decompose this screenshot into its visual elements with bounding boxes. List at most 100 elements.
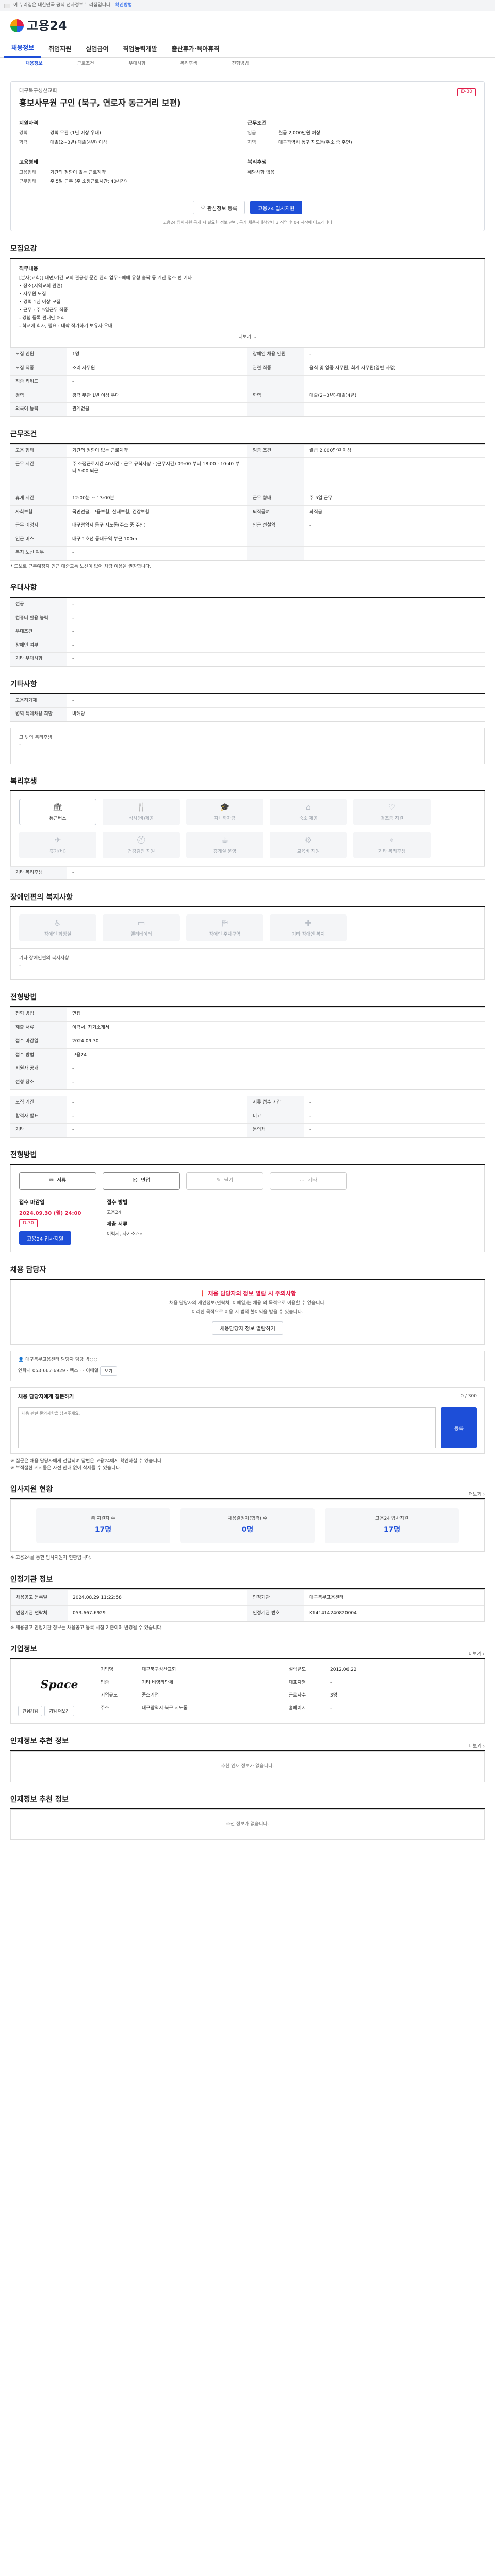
welfare-heading: 복리후생: [248, 160, 267, 165]
table-header: 복지 노선 여부: [10, 546, 67, 560]
table-cell: 대구 1호선 동대구역 부근 100m: [67, 532, 248, 547]
interest-company-button[interactable]: 관심기업: [18, 1706, 43, 1716]
manager-card: 👤 대구북부고용센터 담당자 담당 박○○ 연락처 053-667-6929 ·…: [10, 1350, 485, 1381]
kv-key: 근무형태: [19, 179, 37, 184]
table-header: 임금 조건: [248, 444, 304, 457]
job-title: 홍보사무원 구인 (북구, 연로자 동근거리 보편): [19, 98, 181, 108]
other-table: 고용허가제 - 병역 특례채용 희망 비해당: [10, 693, 485, 722]
graduation-icon: 🎓: [220, 802, 230, 812]
user-icon: 👤: [18, 1357, 24, 1362]
nav-item-benefit[interactable]: 실업급여: [78, 40, 116, 58]
section-title: 기업정보: [10, 1645, 37, 1653]
recommend-section: 인재정보 추천 정보 추천 정보가 없습니다.: [10, 1794, 485, 1840]
disability-label: 장애인 화장실: [44, 932, 72, 938]
table-header: 기타 우대사항: [10, 652, 67, 666]
notice-line: 채용 담당자의 개인정보(연락처, 이메일)는 채용 외 목적으로 이용할 수 …: [169, 1300, 326, 1306]
apply-button[interactable]: 고용24 입사지원: [250, 201, 303, 214]
preference-section: 우대사항 전공 - 컴퓨터 활용 능력 - 우대조건 - 장애인 여부 - 기타 우대사…: [10, 583, 485, 667]
company-name[interactable]: 대구북구성산교회: [19, 87, 476, 95]
how-to-verify-link[interactable]: 확인방법: [115, 2, 132, 9]
kv-value: 기간의 정함이 없는 근로계약: [50, 170, 106, 175]
gov-notice: 이 누리집은 대한민국 공식 전자정부 누리집입니다.: [13, 3, 112, 8]
info-key: 홈페이지: [289, 1706, 306, 1711]
section-title: 모집요강: [10, 245, 37, 253]
table-cell: 기간의 정함이 없는 근로계약: [67, 444, 248, 458]
nav-item-training[interactable]: 직업능력개발: [116, 40, 164, 58]
nav-item-support[interactable]: 취업지원: [41, 40, 78, 58]
section-title: 기타사항: [10, 680, 37, 688]
logo-icon[interactable]: [10, 19, 24, 32]
conditions-section: 근무조건 고용 형태 기간의 정함이 없는 근로계약 임금 조건 월급 2,000만원…: [10, 429, 485, 571]
method-heading: 접수 방법: [107, 1199, 128, 1206]
section-title: 장애인편의 복지사항: [10, 893, 73, 902]
document-icon: ✉: [49, 1178, 54, 1183]
job-summary-card: 대구북구성산교회 D-30 홍보사무원 구인 (북구, 연로자 동근거리 보편)…: [10, 81, 485, 231]
section-title: 입사지원 현황: [10, 1485, 53, 1494]
company-more-link[interactable]: 더보기 ›: [469, 1651, 485, 1658]
inquiry-submit-button[interactable]: 등록: [441, 1407, 477, 1448]
stats-more-link[interactable]: 더보기 ›: [469, 1492, 485, 1499]
disability-grid: ♿ 장애인 화장실 ▭ 엘리베이터 ⛿ 장애인 주차구역 ✚ 기타 장애인 복지: [10, 907, 485, 949]
table-header: 인근 버스: [10, 532, 67, 546]
apply-section: 전형방법 ✉ 서류 ☺ 면접 ✎ 필기 ⋯ 기타 접수 마감일 2024.09.30 (…: [10, 1150, 485, 1252]
welfare-label: 경조금 지원: [380, 816, 404, 821]
chevron-down-icon: ⌄: [253, 334, 257, 340]
table-cell: 대졸(2~3년)·대졸(4년): [304, 388, 485, 403]
save-interest-button[interactable]: ♡ 관심정보 등록: [192, 201, 245, 214]
tab-conditions[interactable]: 근로조건: [60, 61, 111, 68]
tab-welfare[interactable]: 복리후생: [163, 61, 214, 68]
dday-badge: D-30: [457, 88, 476, 96]
email-view-button[interactable]: 보기: [100, 1366, 117, 1376]
kv-key: 고용형태: [19, 170, 37, 175]
recruit-section: 모집요강 직무내용 [본사(교회)] 대면/기간 교회 관공청 문건 관리 업무…: [10, 244, 485, 417]
apply-method: 접수 방법 고용24 제출 서류 이력서, 자기소개서: [107, 1199, 194, 1245]
tab-recruit[interactable]: 채용정보: [8, 61, 60, 68]
etc-icon: ⌖: [389, 835, 394, 845]
section-title: 복리후생: [10, 777, 37, 786]
employment-form-block: 고용형태 고용형태 기간의 정함이 없는 근로계약 근무형태 주 5일 근무 (주 …: [19, 159, 248, 188]
main-nav: 채용정보 취업지원 실업급여 직업능력개발 출산휴가·육아휴직: [0, 40, 495, 58]
coffee-icon: ☕: [221, 835, 229, 845]
company-detail-button[interactable]: 기업 더보기: [44, 1706, 74, 1716]
inquiry-textarea[interactable]: [18, 1407, 436, 1448]
fax-label: 팩스: [70, 1368, 78, 1374]
welfare-item-health: ⛑ 건강검진 지원: [103, 831, 180, 858]
nav-item-leave[interactable]: 출산휴가·육아휴직: [164, 40, 227, 58]
table-header: 근무 형태: [248, 492, 304, 505]
info-key: 대표자명: [289, 1680, 306, 1685]
tab-preference[interactable]: 우대사항: [111, 61, 163, 68]
disability-item-toilet: ♿ 장애인 화장실: [19, 914, 96, 941]
view-contact-button[interactable]: 채용담당자 정보 열람하기: [212, 1321, 283, 1335]
apply-note: 고용24 입사지원 공개 시 필요한 정보 관련, 공개 채용시대책안내 3 직…: [162, 220, 333, 225]
kv-value: 월급 2,000만원 이상: [278, 131, 321, 136]
section-title: 전형방법: [10, 993, 37, 1002]
description-line: • 경력 1년 이상 모집: [19, 299, 61, 305]
welfare-item-housing: ⌂ 숙소 제공: [270, 798, 347, 825]
disability-extra-label: 기타 장애인편의 복지사항: [19, 956, 69, 961]
welfare-item-lounge: ☕ 휴게실 운영: [186, 831, 263, 858]
table-header: 기타: [10, 1123, 67, 1137]
kv-value: 대구광역시 동구 지도동(주소 중 주인): [278, 140, 352, 145]
section-title: 인재정보 추천 정보: [10, 1737, 69, 1745]
other-welfare-value: -: [19, 742, 21, 747]
tab-process[interactable]: 전형방법: [214, 61, 266, 68]
related-more-link[interactable]: 더보기 ›: [469, 1743, 485, 1751]
section-title: 근무조건: [10, 430, 37, 438]
table-cell: 조리 사무원: [67, 361, 248, 376]
kv-value: 경력 무관 (1년 이상 우대): [50, 131, 101, 136]
more-button[interactable]: 더보기: [238, 335, 251, 340]
table-header: 제출 서류: [10, 1021, 67, 1035]
table-cell: -: [304, 1109, 485, 1124]
other-section: 기타사항 고용허가제 - 병역 특례채용 희망 비해당 그 밖의 복리후생 -: [10, 679, 485, 764]
apply-button-bottom[interactable]: 고용24 입사지원: [19, 1231, 72, 1245]
char-counter: 0 / 300: [460, 1394, 477, 1399]
welfare-item-vacation: ✈ 휴가(비): [19, 831, 96, 858]
other-welfare-label: 그 밖의 복리후생: [19, 735, 52, 740]
meal-icon: 🍴: [136, 802, 146, 812]
nav-item-jobs[interactable]: 채용정보: [4, 40, 42, 58]
table-cell: -: [67, 693, 485, 708]
site-logo[interactable]: 고용24: [27, 16, 67, 35]
qualification-heading: 지원자격: [19, 121, 38, 126]
welfare-label: 식사(비)제공: [128, 816, 154, 821]
save-interest-label: 관심정보 등록: [207, 206, 238, 212]
